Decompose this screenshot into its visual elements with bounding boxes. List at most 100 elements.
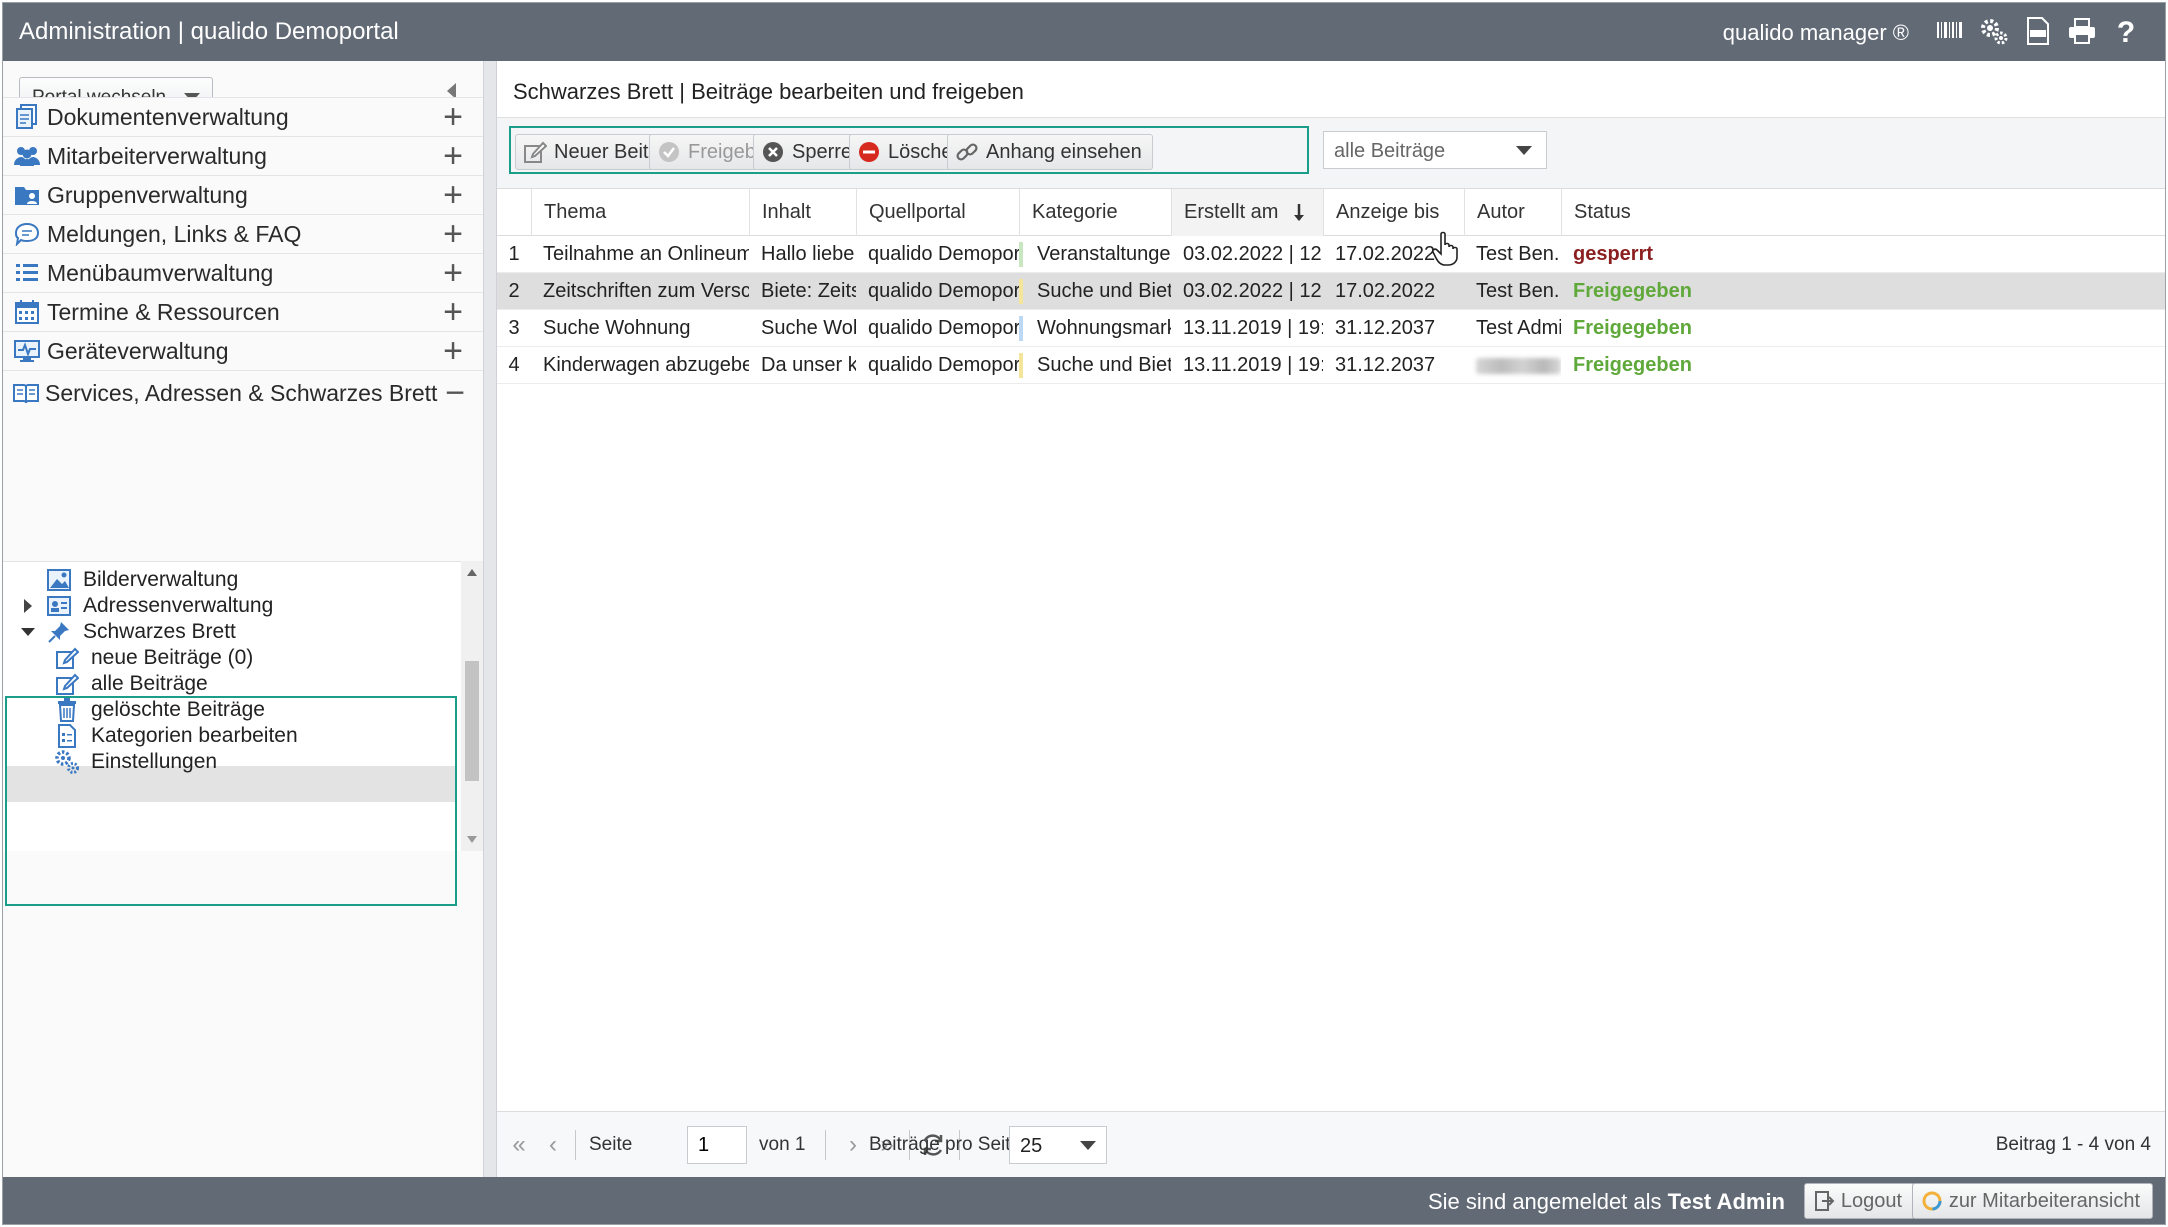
sidebar-item-meldungen-links-faq[interactable]: Meldungen, Links & FAQ + [3,214,483,253]
expand-plus-icon[interactable]: + [433,295,473,329]
table-row[interactable]: 1 Teilnahme an Onlineumfrage Hallo liebe .… [497,236,2165,273]
post-filter-dropdown[interactable]: alle Beiträge [1323,131,1547,169]
link-icon [954,139,980,165]
scroll-up-arrow-icon[interactable] [467,569,477,576]
cell-erstellt-am: 03.02.2022 | 12:37 [1183,243,1323,265]
cell-kategorie: Wohnungsmarkt [1019,310,1171,347]
sidebar-item-termine-ressourcen[interactable]: Termine & Ressourcen + [3,292,483,331]
sidebar-item-services-adressen-schwarzes-brett[interactable]: Services, Adressen & Schwarzes Brett − [3,370,483,415]
column-header-thema[interactable]: Thema [531,189,749,236]
cell-status: Freigegeben [1561,310,2165,347]
cell-anzeige-bis: 31.12.2037 [1335,354,1436,376]
column-header-kategorie[interactable]: Kategorie [1019,189,1171,236]
tree-item-einstellungen[interactable]: Einstellungen [53,744,217,780]
table-row[interactable]: 3 Suche Wohnung Suche Woh... qualido Demopo… [497,310,2165,347]
sidebar-item-label: Menübaumverwaltung [47,259,274,286]
cell-thema: Suche Wohnung [543,317,691,339]
sidebar-item-label: Mitarbeiterverwaltung [47,142,267,169]
printer-icon[interactable] [2067,15,2097,47]
page-label: Seite [589,1134,633,1155]
cell-inhalt: Da unser k... [761,354,856,376]
xlsx-export-icon[interactable] [2023,15,2053,47]
expand-plus-icon[interactable]: + [433,334,473,368]
column-header-inhalt[interactable]: Inhalt [749,189,856,236]
cell-quellportal: qualido Demoportal [868,317,1019,339]
cell-row-number: 2 [508,280,520,302]
first-page-icon[interactable]: « [505,1131,533,1158]
cell-quellportal: qualido Demoportal [868,354,1019,376]
sidebar-item-mitarbeiterverwaltung[interactable]: Mitarbeiterverwaltung + [3,136,483,175]
cell-autor: Test Ben... [1476,280,1561,302]
chevron-down-icon [1516,146,1532,155]
expand-plus-icon[interactable]: + [433,217,473,251]
cell-status: Freigegeben [1561,273,2165,310]
speech-bubble-icon [13,220,41,248]
edit-note-icon [522,139,548,165]
app-window: Administration | qualido Demoportal qual… [2,2,2166,1225]
brand-label: qualido manager ® [1722,20,1909,45]
collapse-minus-icon[interactable]: − [437,376,473,410]
sidebar-item-label: Gruppenverwaltung [47,181,248,208]
login-info: Sie sind angemeldet als Test Admin [1428,1189,1785,1215]
divider [575,1130,576,1160]
table-body: 1 Teilnahme an Onlineumfrage Hallo liebe .… [497,236,2165,384]
view-attachment-button[interactable]: Anhang einsehen [947,134,1153,170]
column-header-quellportal[interactable]: Quellportal [856,189,1019,236]
sidebar-item-gruppenverwaltung[interactable]: Gruppenverwaltung + [3,175,483,214]
column-header-label: Erstellt am [1184,201,1279,223]
svg-text:?: ? [2117,16,2135,46]
page-title: Schwarzes Brett | Beiträge bearbeiten un… [513,79,1024,104]
page-number-input[interactable] [687,1126,747,1164]
cell-anzeige-bis: 17.02.2022 [1335,280,1436,302]
category-label: Suche und Biete [1037,354,1171,376]
column-header-autor[interactable]: Autor [1464,189,1561,236]
expand-plus-icon[interactable]: + [433,139,473,173]
help-icon[interactable]: ? [2111,15,2141,47]
table-row[interactable]: 2 Zeitschriften zum Verschen... Biete: Zei… [497,273,2165,310]
category-color-marker [1019,242,1023,267]
expand-plus-icon[interactable]: + [433,178,473,212]
monitor-icon [13,337,41,365]
status-bar: Sie sind angemeldet als Test Admin Logou… [3,1177,2165,1224]
next-page-icon[interactable]: › [839,1131,867,1158]
column-header-anzeige-bis[interactable]: Anzeige bis [1323,189,1464,236]
cell-autor: Test Ben... [1476,243,1561,265]
users-icon [13,142,41,170]
expand-arrow-icon[interactable] [21,599,35,613]
cell-inhalt: Biete: Zeits... [761,280,856,302]
column-header-status[interactable]: Status [1561,189,2165,236]
divider [825,1130,826,1160]
sidebar-item-label: Meldungen, Links & FAQ [47,220,302,247]
collapse-arrow-icon[interactable] [21,628,35,636]
logout-door-icon [1811,1188,1837,1214]
cell-inhalt: Suche Woh... [761,317,856,339]
sidebar-splitter[interactable] [483,61,497,1177]
logout-button[interactable]: Logout [1803,1183,1915,1219]
expand-plus-icon[interactable]: + [433,100,473,134]
sidebar-item-dokumentenverwaltung[interactable]: Dokumentenverwaltung + [3,97,483,136]
per-page-value: 25 [1020,1135,1043,1157]
tree-scrollbar[interactable] [461,561,483,851]
employee-view-button[interactable]: zur Mitarbeiteransicht [1911,1183,2153,1219]
previous-page-icon[interactable]: ‹ [539,1131,567,1158]
column-header-erstellt-am[interactable]: Erstellt am [1171,189,1323,236]
gears-icon[interactable] [1979,15,2009,47]
table-row[interactable]: 4 Kinderwagen abzugeben Da unser k... quali… [497,347,2165,384]
login-prefix: Sie sind angemeldet als [1427,1189,1662,1214]
cell-kategorie: Suche und Biete [1019,347,1171,384]
per-page-dropdown[interactable]: 25 [1009,1126,1107,1164]
sidebar-item-label: Termine & Ressourcen [47,298,280,325]
top-toolbar: ? [1935,15,2141,47]
scroll-down-arrow-icon[interactable] [467,836,477,843]
expand-plus-icon[interactable]: + [433,256,473,290]
record-count-label: Beitrag 1 - 4 von 4 [1995,1134,2151,1155]
cell-quellportal: qualido Demoportal [868,280,1019,302]
cell-status: gesperrt [1561,236,2165,273]
barcode-icon[interactable] [1935,15,1965,47]
cell-autor: Test Admin [1476,317,1561,339]
status-badge: Freigegeben [1573,354,1692,376]
sidebar-item-menübaumverwaltung[interactable]: Menübaumverwaltung + [3,253,483,292]
sidebar-item-geräteverwaltung[interactable]: Geräteverwaltung + [3,331,483,370]
cell-quellportal: qualido Demoportal [868,243,1019,265]
scrollbar-thumb[interactable] [465,661,479,781]
